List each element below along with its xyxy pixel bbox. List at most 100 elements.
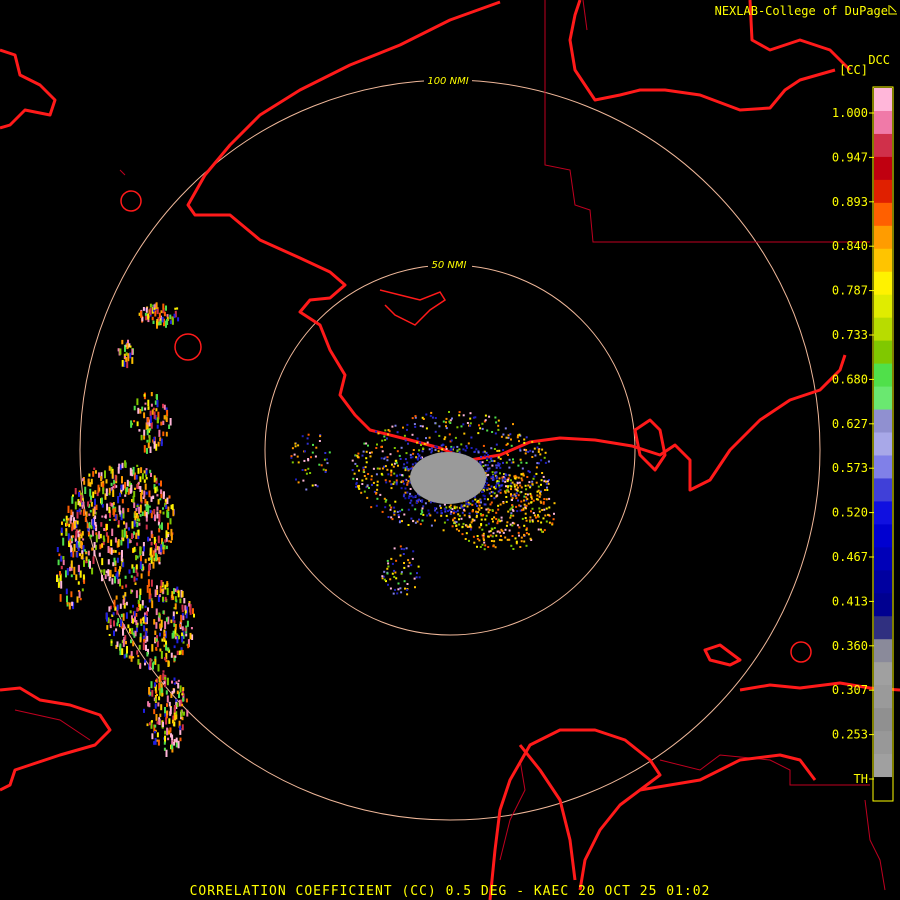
echo-pixel [460, 425, 463, 428]
echo-pixel [497, 456, 500, 459]
echo-pixel [128, 481, 131, 487]
echo-pixel [71, 522, 74, 530]
echo-pixel [144, 614, 147, 623]
echo-pixel [535, 472, 538, 475]
echo-pixel [421, 499, 424, 502]
echo-pixel [499, 472, 501, 475]
echo-pixel [449, 512, 452, 515]
echo-pixel [136, 542, 139, 546]
echo-pixel [394, 459, 397, 462]
echo-pixel [497, 508, 500, 511]
echo-pixel [470, 447, 473, 449]
echo-pixel [121, 462, 124, 469]
echo-pixel [404, 587, 406, 590]
echo-pixel [105, 570, 108, 574]
echo-pixel [173, 313, 176, 319]
echo-pixel [324, 471, 327, 473]
echo-pixel [537, 450, 540, 453]
echo-pixel [170, 540, 172, 543]
echo-pixel [162, 670, 165, 673]
echo-pixel [165, 545, 168, 550]
echo-pixel [477, 451, 480, 454]
echo-pixel [484, 544, 487, 547]
echo-pixel [153, 731, 156, 734]
echo-pixel [146, 439, 149, 443]
echo-pixel [144, 498, 147, 504]
echo-pixel [362, 468, 365, 471]
echo-pixel [425, 427, 428, 430]
echo-pixel [121, 648, 124, 655]
echo-pixel [153, 741, 156, 745]
echo-pixel [94, 498, 96, 506]
echo-pixel [358, 487, 361, 490]
echo-pixel [172, 596, 175, 600]
echo-pixel [411, 433, 414, 436]
echo-pixel [513, 483, 516, 486]
echo-pixel [439, 504, 442, 507]
echo-pixel [141, 406, 144, 412]
echo-pixel [168, 730, 170, 735]
echo-pixel [85, 551, 88, 554]
echo-pixel [381, 450, 384, 453]
echo-pixel [159, 320, 162, 325]
echo-pixel [185, 698, 188, 703]
echo-pixel [311, 484, 314, 487]
echo-pixel [165, 640, 167, 645]
echo-pixel [399, 545, 402, 548]
echo-pixel [109, 625, 112, 629]
echo-pixel [529, 492, 532, 495]
echo-pixel [416, 441, 419, 444]
echo-pixel [389, 578, 392, 581]
echo-pixel [133, 420, 136, 423]
echo-pixel [128, 569, 131, 574]
echo-pixel [395, 577, 398, 580]
echo-pixel [434, 448, 437, 451]
echo-pixel [390, 469, 393, 472]
echo-pixel [100, 497, 103, 506]
echo-pixel [439, 506, 442, 509]
echo-pixel [160, 310, 163, 314]
echo-pixel [404, 458, 407, 461]
echo-pixel [162, 507, 164, 510]
echo-pixel [414, 521, 417, 524]
echo-pixel [398, 454, 401, 457]
echo-pixel [154, 589, 157, 597]
echo-pixel [521, 479, 524, 482]
echo-pixel [159, 585, 162, 593]
echo-pixel [370, 475, 373, 478]
echo-pixel [370, 451, 373, 454]
echo-pixel [124, 460, 127, 467]
echo-pixel [154, 698, 157, 702]
echo-pixel [132, 548, 135, 553]
echo-pixel [139, 588, 142, 595]
echo-pixel [401, 474, 403, 477]
echo-pixel [82, 574, 85, 580]
echo-pixel [63, 518, 65, 522]
echo-pixel [492, 476, 495, 479]
echo-pixel [131, 618, 134, 624]
echo-pixel [534, 454, 537, 457]
echo-pixel [112, 502, 115, 505]
echo-pixel [418, 449, 421, 452]
echo-pixel [78, 532, 81, 534]
echo-pixel [291, 461, 294, 464]
echo-pixel [82, 538, 85, 541]
echo-pixel [409, 572, 412, 575]
echo-pixel [57, 582, 60, 588]
echo-pixel [494, 432, 497, 435]
echo-pixel [135, 474, 138, 480]
echo-pixel [545, 480, 547, 483]
echo-pixel [176, 690, 179, 695]
echo-pixel [541, 530, 544, 533]
echo-pixel [158, 514, 161, 522]
echo-pixel [504, 478, 507, 481]
echo-pixel [66, 568, 69, 576]
echo-pixel [110, 539, 113, 546]
echo-pixel [398, 521, 401, 524]
echo-pixel [125, 522, 128, 529]
echo-pixel [463, 504, 466, 507]
echo-pixel [138, 429, 141, 432]
echo-pixel [495, 421, 498, 424]
echo-pixel [112, 489, 115, 497]
echo-pixel [370, 506, 373, 509]
